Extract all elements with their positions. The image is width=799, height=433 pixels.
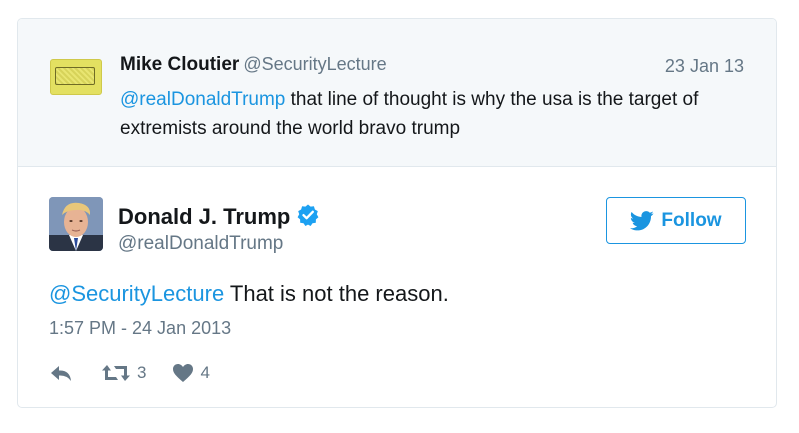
security-logo-icon[interactable] [50,59,102,95]
mention-link[interactable]: @SecurityLecture [49,281,224,306]
tweet-text-body: That is not the reason. [224,281,449,306]
parent-author-handle[interactable]: @SecurityLecture [243,54,386,74]
retweet-count: 3 [137,363,147,382]
verified-badge-icon [296,203,320,233]
tweet-actions: 3 4 [49,361,210,385]
embedded-tweet-card: Mike Cloutier @SecurityLecture 23 Jan 13 … [17,18,777,408]
reply-button[interactable] [49,364,73,382]
parent-author-name[interactable]: Mike Cloutier [120,54,239,75]
logo-badge [55,67,95,85]
follow-button[interactable]: Follow [606,197,746,244]
parent-tweet[interactable]: Mike Cloutier @SecurityLecture 23 Jan 13 … [18,19,776,167]
parent-tweet-text: @realDonaldTrump that line of thought is… [120,85,760,143]
parent-mention-link[interactable]: @realDonaldTrump [120,89,285,110]
twitter-bird-icon [630,210,655,230]
reply-icon [51,366,71,381]
follow-button-label[interactable]: Follow [661,210,721,232]
retweet-button[interactable]: 3 [101,363,146,383]
parent-date[interactable]: 23 Jan 13 [665,56,744,77]
tweet-timestamp[interactable]: 1:57 PM - 24 Jan 2013 [49,318,231,339]
like-count: 4 [200,363,210,382]
like-button[interactable]: 4 [172,363,210,383]
heart-icon [173,364,194,382]
parent-author[interactable]: Mike Cloutier @SecurityLecture [120,54,387,76]
author-handle[interactable]: @realDonaldTrump [118,233,283,255]
author-name[interactable]: Donald J. Trump [118,203,320,233]
retweet-icon [102,365,130,381]
profile-photo [49,197,103,251]
verified-badge-svg [297,204,319,226]
author-name-text[interactable]: Donald J. Trump [118,204,290,229]
avatar[interactable] [49,197,103,251]
tweet-text: @SecurityLecture That is not the reason. [49,281,449,307]
